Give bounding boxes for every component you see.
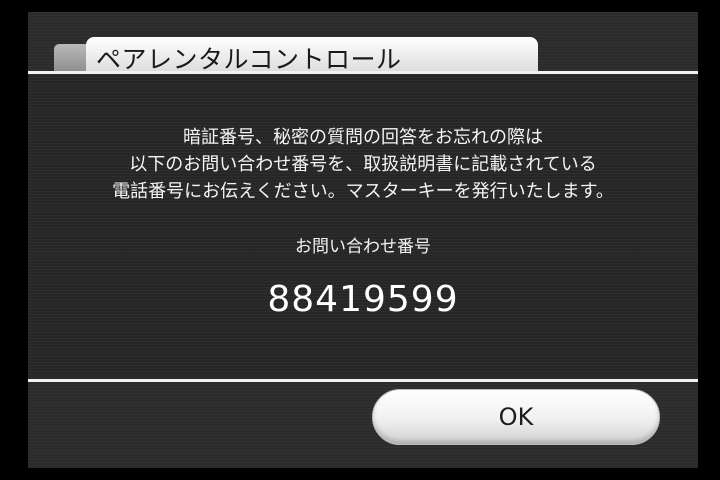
- message-line-3: 電話番号にお伝えください。マスターキーを発行いたします。: [112, 181, 614, 202]
- inquiry-number: 88419599: [267, 279, 459, 320]
- ok-button[interactable]: OK: [372, 389, 660, 445]
- message-area: 暗証番号、秘密の質問の回答をお忘れの際は 以下のお問い合わせ番号を、取扱説明書に…: [28, 74, 698, 380]
- message-text: 暗証番号、秘密の質問の回答をお忘れの際は 以下のお問い合わせ番号を、取扱説明書に…: [28, 124, 698, 205]
- screen: ペアレンタルコントロール 暗証番号、秘密の質問の回答をお忘れの際は 以下のお問い…: [0, 0, 720, 480]
- message-line-1: 暗証番号、秘密の質問の回答をお忘れの際は: [183, 127, 543, 148]
- ok-button-label: OK: [498, 403, 534, 431]
- title-tab: ペアレンタルコントロール: [86, 37, 538, 74]
- message-line-2: 以下のお問い合わせ番号を、取扱説明書に記載されている: [129, 154, 597, 175]
- bottom-divider: [28, 379, 698, 382]
- inquiry-number-label: お問い合わせ番号: [295, 237, 431, 257]
